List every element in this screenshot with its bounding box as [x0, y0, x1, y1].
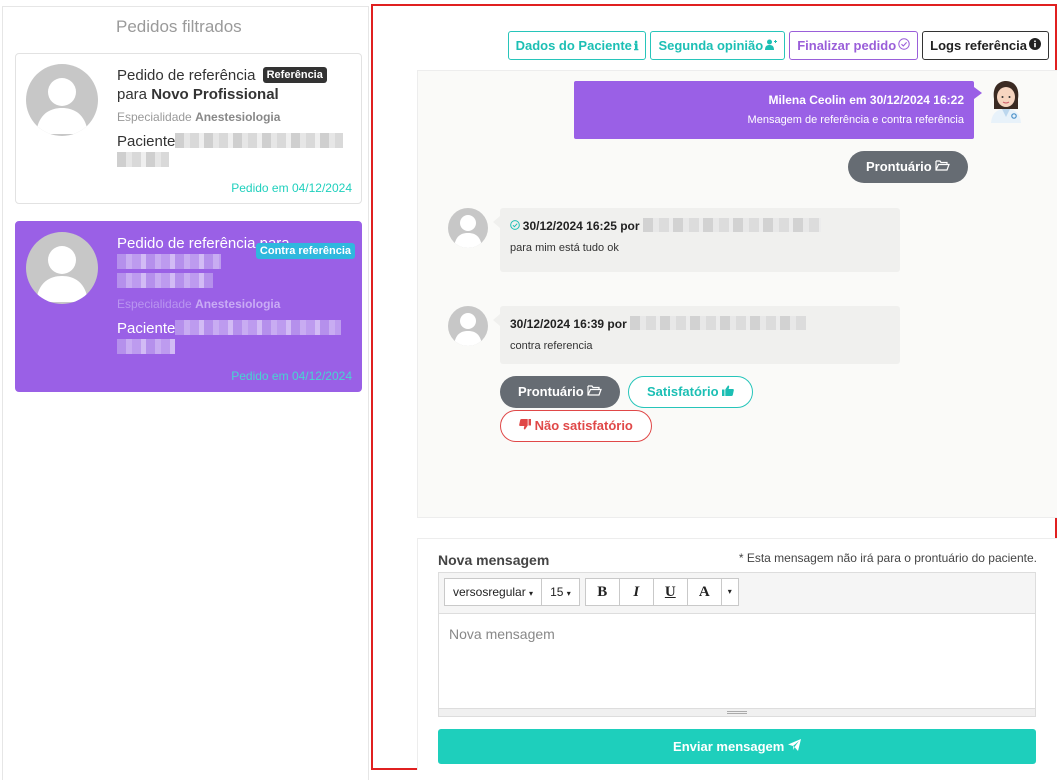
font-color-icon[interactable]: A	[686, 578, 722, 606]
avatar	[448, 208, 488, 248]
incoming-message: 30/12/2024 16:25 por para mim está tudo …	[493, 208, 900, 272]
message-text: contra referencia	[510, 340, 593, 352]
request-date: Pedido em 04/12/2024	[231, 369, 352, 383]
header-actions: Dados do Paciente ℹ Segunda opinião Final…	[507, 31, 1049, 60]
avatar	[448, 306, 488, 346]
avatar	[26, 64, 98, 136]
satisfactory-button[interactable]: Satisfatório	[628, 376, 754, 408]
unsatisfactory-button[interactable]: Não satisfatório	[500, 410, 652, 442]
outgoing-message: Milena Ceolin em 30/12/2024 16:22 Mensag…	[574, 81, 982, 139]
patient-label: Paciente	[117, 319, 355, 357]
new-message-panel: Nova mensagem * Esta mensagem não irá pa…	[417, 538, 1057, 770]
redacted-patient-name	[117, 339, 175, 354]
doctor-avatar-icon	[988, 79, 1024, 123]
specialty-label: Especialidade Anestesiologia	[117, 297, 281, 311]
font-size-select[interactable]: 15 ▾	[541, 578, 580, 606]
message-text: para mim está tudo ok	[510, 242, 619, 254]
info-icon: ℹ	[633, 39, 639, 53]
logs-button[interactable]: Logs referência	[922, 31, 1049, 60]
request-list-sidebar: Pedidos filtrados Pedido de referência R…	[2, 6, 369, 780]
new-message-note: * Esta mensagem não irá para o prontuári…	[738, 551, 1037, 565]
folder-open-icon	[587, 384, 603, 399]
redacted-patient-name	[175, 320, 342, 335]
request-card-title: Pedido de referência para Contra referên…	[117, 234, 355, 291]
folder-open-icon	[935, 159, 951, 174]
check-circle-icon	[510, 220, 523, 233]
finish-request-button[interactable]: Finalizar pedido	[789, 31, 919, 60]
request-type-badge: Contra referência	[255, 243, 355, 259]
patient-data-button[interactable]: Dados do Paciente ℹ	[507, 31, 647, 60]
redacted-author-name	[630, 316, 807, 330]
redacted-author-name	[642, 218, 821, 232]
message-text: Mensagem de referência e contra referênc…	[747, 114, 964, 126]
thumbs-up-icon	[722, 384, 734, 399]
user-plus-icon	[765, 33, 778, 60]
redacted-patient-name	[175, 133, 344, 148]
message-header: 30/12/2024 16:39 por	[510, 316, 890, 331]
check-circle-icon	[898, 33, 910, 60]
request-type-badge: Referência	[262, 67, 327, 83]
redacted-professional-name	[117, 254, 221, 269]
message-author: Milena Ceolin em 30/12/2024 16:22	[768, 93, 964, 107]
specialty-label: Especialidade Anestesiologia	[117, 110, 281, 124]
underline-icon[interactable]: U	[652, 578, 688, 606]
record-button[interactable]: Prontuário	[848, 151, 969, 183]
request-target: Novo Profissional	[151, 86, 279, 103]
editor-toolbar: versosregular ▾ 15 ▾ B I U A ▾	[444, 578, 739, 606]
request-card-title: Pedido de referência Referência para Nov…	[117, 66, 355, 104]
request-date: Pedido em 04/12/2024	[231, 181, 352, 195]
patient-label: Paciente	[117, 132, 355, 170]
thumbs-down-icon	[519, 418, 535, 433]
request-card-selected[interactable]: Pedido de referência para Contra referên…	[15, 221, 362, 392]
incoming-message: 30/12/2024 16:39 por contra referencia	[493, 306, 900, 364]
request-card[interactable]: Pedido de referência Referência para Nov…	[15, 53, 362, 204]
italic-icon[interactable]: I	[618, 578, 654, 606]
redacted-patient-name	[117, 152, 169, 167]
font-family-select[interactable]: versosregular ▾	[444, 578, 543, 606]
redacted-professional-name	[117, 273, 213, 288]
avatar	[26, 232, 98, 304]
conversation-panel: Dados do Paciente ℹ Segunda opinião Final…	[371, 4, 1057, 770]
message-input[interactable]: Nova mensagem	[439, 613, 1035, 711]
info-circle-icon	[1029, 33, 1041, 60]
sidebar-title: Pedidos filtrados	[116, 17, 242, 36]
record-button[interactable]: Prontuário	[500, 376, 621, 408]
send-message-button[interactable]: Enviar mensagem	[438, 729, 1036, 764]
chevron-down-icon[interactable]: ▾	[720, 578, 739, 606]
paper-plane-icon	[787, 739, 801, 754]
second-opinion-button[interactable]: Segunda opinião	[650, 31, 786, 60]
message-thread: Milena Ceolin em 30/12/2024 16:22 Mensag…	[417, 70, 1057, 518]
message-header: 30/12/2024 16:25 por	[510, 218, 890, 233]
new-message-title: Nova mensagem	[438, 552, 550, 568]
bold-icon[interactable]: B	[584, 578, 620, 606]
resize-handle[interactable]	[439, 708, 1035, 716]
rich-text-editor: versosregular ▾ 15 ▾ B I U A ▾ Nova mens…	[438, 572, 1036, 717]
